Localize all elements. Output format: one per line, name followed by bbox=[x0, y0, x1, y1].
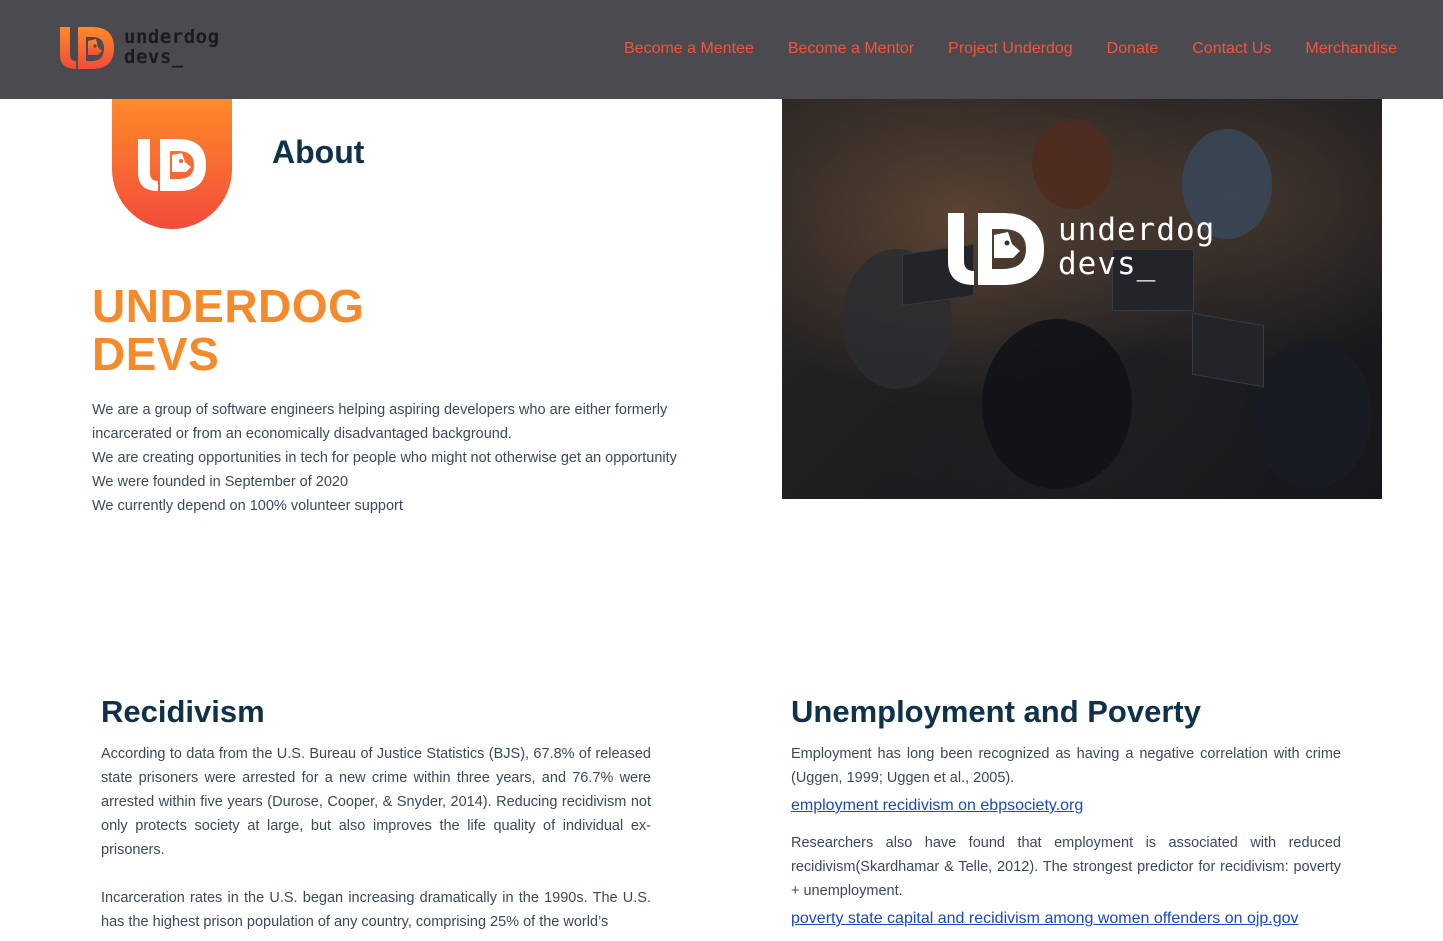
brand-line2: DEVS bbox=[92, 328, 220, 380]
nav-donate[interactable]: Donate bbox=[1107, 38, 1159, 60]
about-badge bbox=[112, 99, 232, 229]
recidivism-paragraph: According to data from the U.S. Bureau o… bbox=[101, 746, 651, 858]
main-nav: Become a Mentee Become a Mentor Project … bbox=[624, 38, 1397, 60]
hero-logo-line1: underdog bbox=[1058, 212, 1216, 248]
ojp-link[interactable]: poverty state capital and recidivism amo… bbox=[791, 910, 1299, 928]
underdog-badge-icon bbox=[138, 139, 206, 191]
ebpsociety-link[interactable]: employment recidivism on ebpsociety.org bbox=[791, 797, 1083, 815]
unemployment-paragraph: Researchers also have found that employm… bbox=[791, 835, 1341, 899]
nav-project-underdog[interactable]: Project Underdog bbox=[948, 38, 1073, 60]
site-logo[interactable]: underdog devs_ bbox=[58, 25, 228, 71]
underdog-logo-icon bbox=[60, 27, 114, 69]
intro-line: We were founded in September of 2020 bbox=[92, 474, 349, 490]
nav-become-mentor[interactable]: Become a Mentor bbox=[788, 38, 914, 60]
about-intro: We are a group of software engineers hel… bbox=[92, 398, 732, 518]
hero-logo: underdog devs_ bbox=[946, 211, 1226, 291]
unemployment-heading: Unemployment and Poverty bbox=[791, 694, 1201, 729]
logo-wordmark: underdog devs_ bbox=[124, 27, 220, 67]
nav-become-mentee[interactable]: Become a Mentee bbox=[624, 38, 754, 60]
nav-merchandise[interactable]: Merchandise bbox=[1305, 38, 1397, 60]
underdog-hero-icon bbox=[948, 213, 1044, 285]
about-heading: About bbox=[272, 134, 365, 170]
hero-logo-line2: devs_ bbox=[1058, 246, 1157, 282]
recidivism-paragraph: Incarceration rates in the U.S. began in… bbox=[101, 890, 651, 930]
nav-contact-us[interactable]: Contact Us bbox=[1192, 38, 1271, 60]
hero-logo-wordmark: underdog devs_ bbox=[1058, 213, 1215, 281]
brand-line1: UNDERDOG bbox=[92, 280, 365, 332]
photo-overlay bbox=[782, 99, 1382, 499]
logo-line1: underdog bbox=[124, 26, 220, 48]
recidivism-heading: Recidivism bbox=[101, 694, 265, 729]
intro-line: We are creating opportunities in tech fo… bbox=[92, 450, 677, 466]
logo-line2: devs_ bbox=[124, 46, 184, 68]
hero-photo: underdog devs_ bbox=[782, 99, 1382, 499]
intro-line: We currently depend on 100% volunteer su… bbox=[92, 498, 403, 514]
brand-heading: UNDERDOG DEVS bbox=[92, 282, 364, 378]
site-header: underdog devs_ Become a Mentee Become a … bbox=[0, 0, 1443, 99]
intro-line: We are a group of software engineers hel… bbox=[92, 402, 668, 442]
unemployment-paragraph: Employment has long been recognized as h… bbox=[791, 746, 1341, 786]
